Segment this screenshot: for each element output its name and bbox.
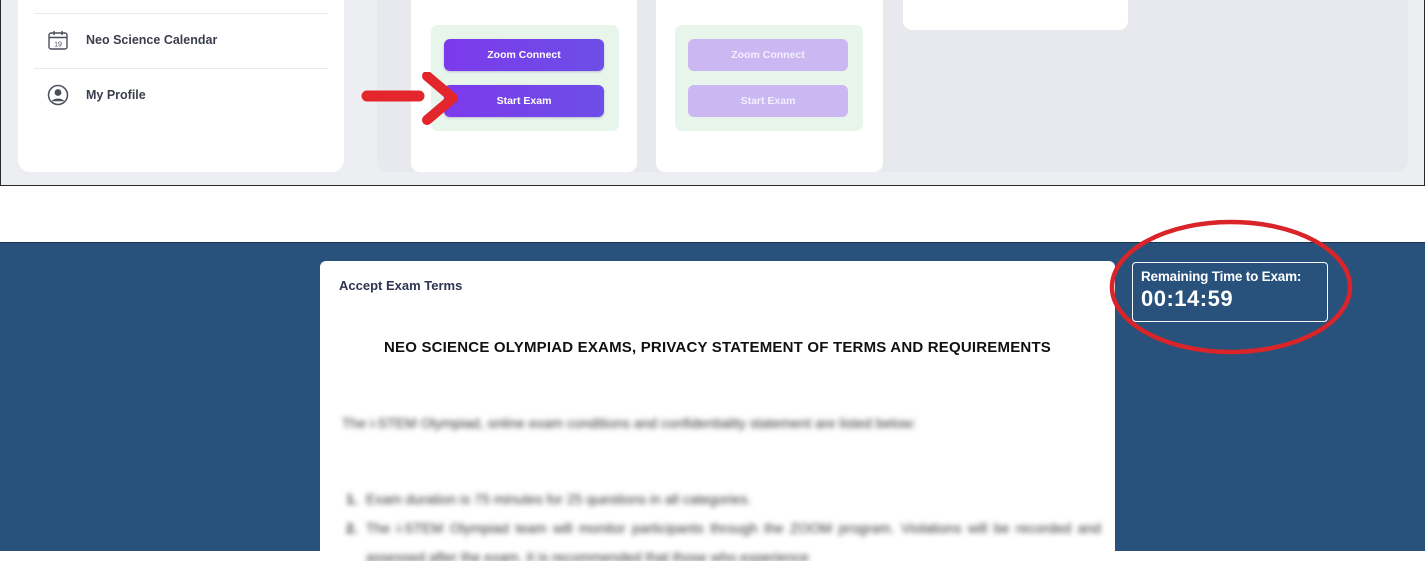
red-arrow-annotation (361, 72, 458, 125)
sidebar-item-neo-science-calendar[interactable]: 19 Neo Science Calendar (46, 28, 217, 52)
list-item-number: 1. (346, 491, 358, 507)
sidebar-item-label: Neo Science Calendar (86, 33, 218, 47)
start-exam-button[interactable]: Start Exam (444, 85, 604, 117)
list-item: 1. Exam duration is 75 minutes for 25 qu… (346, 485, 1101, 514)
list-item-text: The i-STEM Olympiad team will monitor pa… (366, 520, 1101, 561)
sidebar-divider (34, 68, 328, 69)
terms-list: 1. Exam duration is 75 minutes for 25 qu… (346, 485, 1101, 561)
sidebar: 19 Neo Science Calendar My Profile (18, 0, 344, 172)
red-circle-annotation (1109, 219, 1353, 355)
dashboard-panel: 19 Neo Science Calendar My Profile Zoom … (0, 0, 1425, 186)
zoom-connect-button[interactable]: Zoom Connect (444, 39, 604, 71)
start-exam-button[interactable]: Start Exam (688, 85, 848, 117)
sidebar-divider (34, 13, 328, 14)
terms-card: Accept Exam Terms NEO SCIENCE OLYMPIAD E… (320, 261, 1115, 561)
list-item-text: Exam duration is 75 minutes for 25 quest… (366, 491, 752, 507)
list-item-number: 2. (346, 520, 358, 536)
terms-intro: The i-STEM Olympiad, online exam conditi… (342, 415, 917, 431)
exam-card: Zoom Connect Start Exam (656, 0, 883, 172)
calendar-icon-day: 19 (54, 42, 62, 49)
sidebar-item-my-profile[interactable]: My Profile (46, 83, 146, 107)
sidebar-item-label: My Profile (86, 88, 146, 102)
terms-header: Accept Exam Terms (339, 278, 463, 293)
exam-cards-area: Zoom Connect Start Exam Zoom Connect Sta… (377, 0, 1408, 172)
user-circle-icon (46, 83, 70, 107)
terms-title: NEO SCIENCE OLYMPIAD EXAMS, PRIVACY STAT… (383, 339, 1052, 356)
list-item: 2. The i-STEM Olympiad team will monitor… (346, 514, 1101, 561)
exam-actions: Zoom Connect Start Exam (675, 25, 863, 131)
exam-card (903, 0, 1128, 30)
zoom-connect-button[interactable]: Zoom Connect (688, 39, 848, 71)
calendar-icon: 19 (46, 28, 70, 52)
